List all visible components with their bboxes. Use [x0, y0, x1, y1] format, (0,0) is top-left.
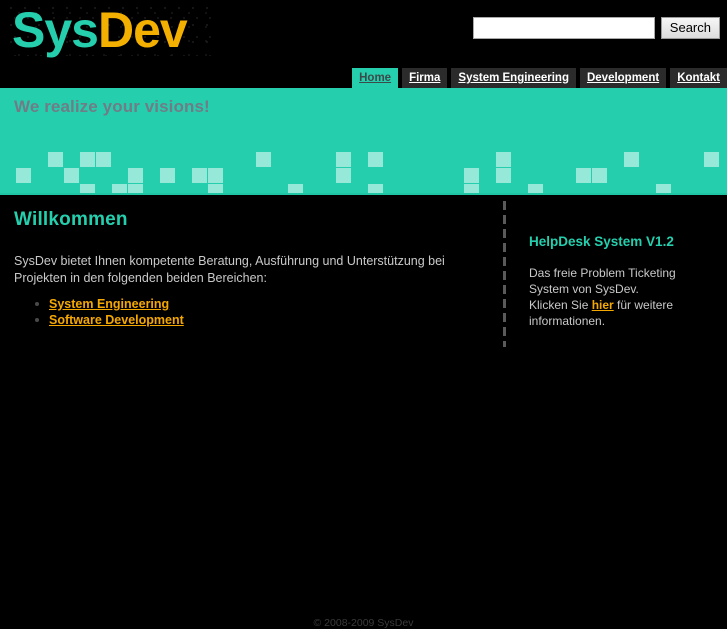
- logo-part-dev: Dev: [97, 2, 188, 58]
- checker-square: [368, 152, 383, 167]
- nav-item-system-engineering[interactable]: System Engineering: [451, 68, 576, 88]
- site-logo[interactable]: SysDev: [12, 0, 188, 62]
- link-system-engineering[interactable]: System Engineering: [49, 297, 169, 311]
- checker-square: [16, 168, 31, 183]
- nav-item-firma[interactable]: Firma: [402, 68, 448, 88]
- checker-square: [160, 168, 175, 183]
- sidebar-text-line4: informationen.: [529, 314, 606, 328]
- checker-square: [496, 152, 511, 167]
- checker-square: [624, 152, 639, 167]
- nav-item-kontakt[interactable]: Kontakt: [670, 68, 727, 88]
- sidebar-text-after-link: für weitere: [613, 298, 674, 312]
- tagline: We realize your visions!: [14, 97, 210, 116]
- footer-copyright: © 2008-2009 SysDev: [313, 617, 414, 629]
- checker-pattern: [0, 152, 727, 195]
- main-content: Willkommen SysDev bietet Ihnen kompetent…: [0, 195, 727, 629]
- nav-item-home[interactable]: Home: [352, 68, 399, 88]
- main-navigation: Home Firma System Engineering Developmen…: [352, 68, 727, 88]
- nav-item-development[interactable]: Development: [579, 68, 667, 88]
- search-button[interactable]: Search: [660, 17, 720, 39]
- list-item: Software Development: [35, 312, 492, 328]
- content-column: Willkommen SysDev bietet Ihnen kompetent…: [14, 209, 492, 328]
- checker-square: [48, 152, 63, 167]
- sidebar-title: HelpDesk System V1.2: [529, 234, 674, 249]
- link-hier[interactable]: hier: [592, 298, 614, 312]
- checker-square: [704, 152, 719, 167]
- checker-square: [208, 168, 223, 183]
- service-links-list: System Engineering Software Development: [14, 296, 492, 328]
- checker-square: [80, 152, 95, 167]
- checker-square: [464, 168, 479, 183]
- checker-square: [192, 168, 207, 183]
- checker-square: [96, 152, 111, 167]
- sidebar: HelpDesk System V1.2 Das freie Problem T…: [503, 201, 713, 347]
- intro-paragraph: SysDev bietet Ihnen kompetente Beratung,…: [14, 254, 445, 285]
- checker-square: [64, 168, 79, 183]
- checker-square: [336, 168, 351, 183]
- sidebar-text: Das freie Problem Ticketing System von S…: [529, 265, 713, 329]
- list-item: System Engineering: [35, 296, 492, 312]
- checker-square: [576, 168, 591, 183]
- checker-square: [592, 168, 607, 183]
- hero-band: We realize your visions!: [0, 88, 727, 195]
- checker-square: [128, 168, 143, 183]
- site-header: SysDev Search Home Firma System Engineer…: [0, 0, 727, 88]
- search-input[interactable]: [472, 17, 655, 39]
- sidebar-text-before-link: Klicken Sie: [529, 298, 592, 312]
- sidebar-divider: [503, 201, 506, 347]
- page-title: Willkommen: [14, 209, 128, 230]
- checker-square: [496, 168, 511, 183]
- search-area: Search: [472, 17, 720, 39]
- checker-square: [336, 152, 351, 167]
- checker-square: [256, 152, 271, 167]
- logo-part-sys: Sys: [12, 2, 99, 58]
- sidebar-text-line2: von SysDev.: [572, 282, 639, 296]
- link-software-development[interactable]: Software Development: [49, 313, 184, 327]
